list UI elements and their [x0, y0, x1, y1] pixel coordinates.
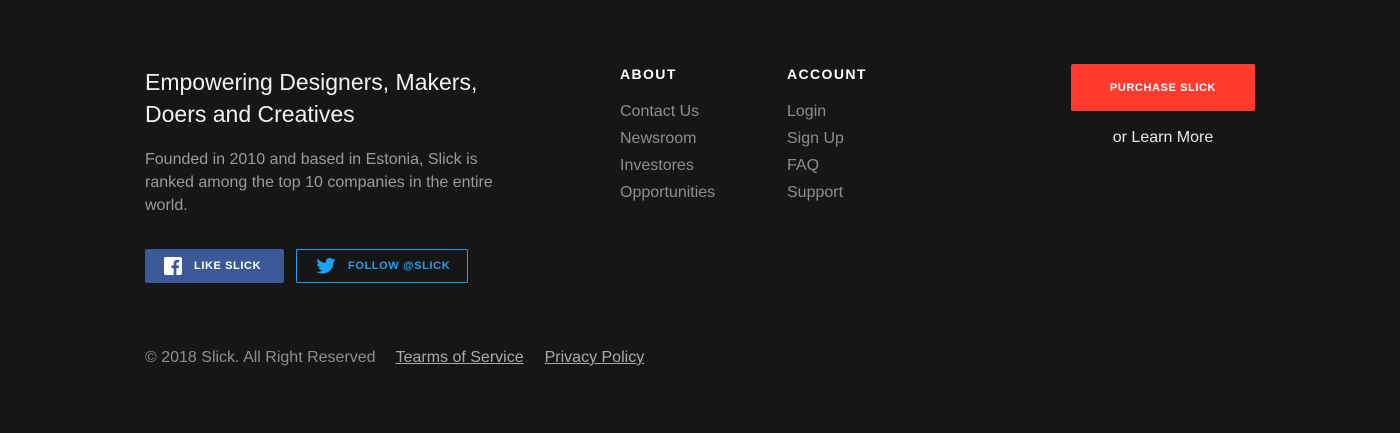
footer-link-contact-us[interactable]: Contact Us [620, 98, 715, 125]
learn-more-link[interactable]: Learn More [1131, 129, 1213, 146]
follow-twitter-button[interactable]: FOLLOW @SLICK [296, 249, 468, 283]
footer-bottom-bar: © 2018 Slick. All Right Reserved Tearms … [145, 347, 665, 369]
facebook-icon [164, 257, 182, 275]
brand-title: Empowering Designers, Makers, Doers and … [145, 69, 478, 127]
about-links: Contact Us Newsroom Investores Opportuni… [620, 98, 715, 206]
terms-of-service-link[interactable]: Tearms of Service [396, 347, 524, 369]
footer-link-support[interactable]: Support [787, 179, 867, 206]
account-links: Login Sign Up FAQ Support [787, 98, 867, 206]
copyright-text: © 2018 Slick. All Right Reserved [145, 349, 376, 366]
purchase-button[interactable]: PURCHASE SLICK [1071, 64, 1255, 111]
follow-twitter-label: FOLLOW @SLICK [348, 260, 451, 272]
footer-link-faq[interactable]: FAQ [787, 152, 867, 179]
about-column: ABOUT Contact Us Newsroom Investores Opp… [620, 66, 715, 206]
learn-more-prefix: or [1112, 129, 1127, 146]
site-footer: Empowering Designers, Makers, Doers and … [0, 0, 1400, 433]
footer-link-sign-up[interactable]: Sign Up [787, 125, 867, 152]
footer-link-investores[interactable]: Investores [620, 152, 715, 179]
privacy-policy-link[interactable]: Privacy Policy [545, 347, 645, 369]
about-heading: ABOUT [620, 66, 677, 82]
footer-link-newsroom[interactable]: Newsroom [620, 125, 715, 152]
twitter-icon [316, 258, 336, 274]
like-facebook-label: LIKE SLICK [194, 260, 262, 272]
account-heading: ACCOUNT [787, 66, 867, 82]
footer-link-opportunities[interactable]: Opportunities [620, 179, 715, 206]
brand-description: Founded in 2010 and based in Estonia, Sl… [145, 151, 493, 214]
learn-more: or Learn More [1071, 127, 1255, 149]
like-facebook-button[interactable]: LIKE SLICK [145, 249, 284, 283]
footer-link-login[interactable]: Login [787, 98, 867, 125]
account-column: ACCOUNT Login Sign Up FAQ Support [787, 66, 867, 206]
